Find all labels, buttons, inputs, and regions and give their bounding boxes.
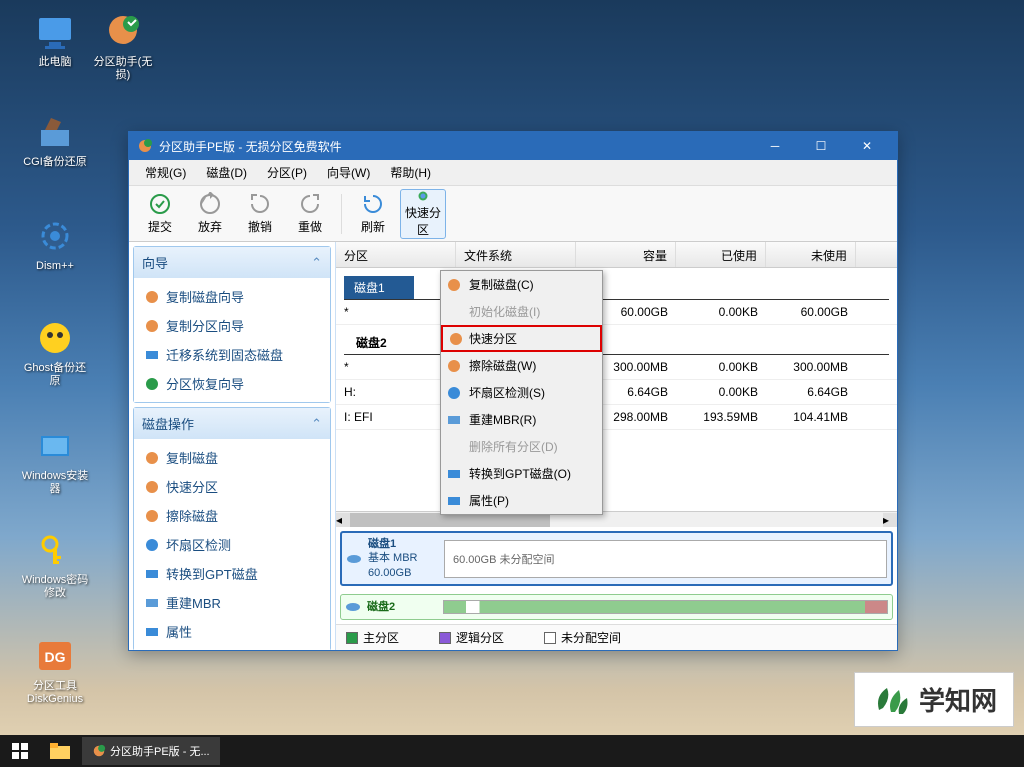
th-partition[interactable]: 分区 — [336, 242, 456, 267]
icon-label: Windows安装器 — [20, 470, 90, 496]
wizard-recover-partition[interactable]: 分区恢复向导 — [134, 369, 330, 398]
diskop-convert-gpt[interactable]: 转换到GPT磁盘 — [134, 559, 330, 588]
icon-label: 分区助手(无损) — [88, 56, 158, 82]
chevron-up-icon: ⌃ — [311, 416, 322, 432]
taskbar-active-app[interactable]: 分区助手PE版 - 无... — [82, 737, 220, 765]
desktop-icon-cgi-backup[interactable]: CGI备份还原 — [20, 112, 90, 169]
table-body: 磁盘1 * 60.00GB 0.00KB 60.00GB 磁盘2 * 300.0… — [336, 268, 897, 511]
diskop-rebuild-mbr[interactable]: 重建MBR — [134, 588, 330, 617]
icon-label: Windows密码修改 — [20, 574, 90, 600]
wizard-migrate-ssd[interactable]: 迁移系统到固态磁盘 — [134, 340, 330, 369]
taskbar-explorer-icon[interactable] — [40, 743, 80, 759]
disk2-graphic[interactable]: 磁盘2 — [340, 594, 893, 620]
diskops-panel: 磁盘操作⌃ 复制磁盘 快速分区 擦除磁盘 坏扇区检测 转换到GPT磁盘 重建MB… — [133, 407, 331, 650]
wizard-copy-partition[interactable]: 复制分区向导 — [134, 311, 330, 340]
cm-bad-sector[interactable]: 坏扇区检测(S) — [441, 379, 602, 406]
diskop-properties[interactable]: 属性 — [134, 617, 330, 646]
disk-icon — [346, 551, 362, 567]
menubar: 常规(G) 磁盘(D) 分区(P) 向导(W) 帮助(H) — [129, 160, 897, 186]
horizontal-scrollbar[interactable]: ◂ ▸ — [336, 511, 897, 527]
desktop-icon-windows-installer[interactable]: Windows安装器 — [20, 426, 90, 496]
table-row[interactable]: * 60.00GB 0.00KB 60.00GB — [336, 300, 897, 325]
icon-label: 分区工具DiskGenius — [20, 680, 90, 706]
cm-properties[interactable]: 属性(P) — [441, 487, 602, 514]
diskop-badsector[interactable]: 坏扇区检测 — [134, 530, 330, 559]
legend-unallocated: 未分配空间 — [544, 629, 621, 646]
table-row[interactable]: H: 6.64GB 0.00KB 6.64GB — [336, 380, 897, 405]
diskop-quick-partition[interactable]: 快速分区 — [134, 472, 330, 501]
start-button[interactable] — [0, 735, 40, 767]
cm-wipe-disk[interactable]: 擦除磁盘(W) — [441, 352, 602, 379]
disk-icon — [345, 599, 361, 615]
diskops-panel-header[interactable]: 磁盘操作⌃ — [134, 408, 330, 439]
menu-partition[interactable]: 分区(P) — [257, 160, 317, 185]
cm-copy-disk[interactable]: 复制磁盘(C) — [441, 271, 602, 298]
app-icon — [137, 138, 153, 154]
titlebar[interactable]: 分区助手PE版 - 无损分区免费软件 ─ ☐ ✕ — [129, 132, 897, 160]
redo-button[interactable]: 重做 — [287, 189, 333, 239]
quick-partition-button[interactable]: 快速分区 — [400, 189, 446, 239]
table-header: 分区 文件系统 容量 已使用 未使用 — [336, 242, 897, 268]
app-icon — [92, 744, 106, 758]
svg-text:DG: DG — [45, 649, 66, 665]
desktop-icon-this-pc[interactable]: 此电脑 — [20, 12, 90, 69]
cm-delete-all: 删除所有分区(D) — [441, 433, 602, 460]
icon-label: CGI备份还原 — [20, 156, 90, 169]
th-filesystem[interactable]: 文件系统 — [456, 242, 576, 267]
th-capacity[interactable]: 容量 — [576, 242, 676, 267]
scroll-right-icon[interactable]: ▸ — [883, 513, 897, 527]
disk-context-menu: 复制磁盘(C) 初始化磁盘(I) 快速分区 擦除磁盘(W) 坏扇区检测(S) 重… — [440, 270, 603, 515]
toolbar: 提交 放弃 撤销 重做 刷新 快速分区 — [129, 186, 897, 242]
menu-disk[interactable]: 磁盘(D) — [196, 160, 257, 185]
refresh-button[interactable]: 刷新 — [350, 189, 396, 239]
commit-button[interactable]: 提交 — [137, 189, 183, 239]
window-title: 分区助手PE版 - 无损分区免费软件 — [159, 138, 753, 155]
icon-label: 此电脑 — [20, 56, 90, 69]
wizard-panel: 向导⌃ 复制磁盘向导 复制分区向导 迁移系统到固态磁盘 分区恢复向导 — [133, 246, 331, 403]
scroll-thumb[interactable] — [350, 513, 550, 527]
left-panel: 向导⌃ 复制磁盘向导 复制分区向导 迁移系统到固态磁盘 分区恢复向导 磁盘操作⌃… — [129, 242, 336, 650]
maximize-button[interactable]: ☐ — [799, 132, 843, 160]
icon-label: Ghost备份还原 — [20, 362, 90, 388]
watermark: 学知网 — [854, 672, 1014, 727]
diskop-copy[interactable]: 复制磁盘 — [134, 443, 330, 472]
menu-general[interactable]: 常规(G) — [135, 160, 196, 185]
icon-label: Dism++ — [20, 260, 90, 273]
chevron-up-icon: ⌃ — [311, 255, 322, 271]
cm-initialize-disk: 初始化磁盘(I) — [441, 298, 602, 325]
taskbar: 分区助手PE版 - 无... — [0, 735, 1024, 767]
cm-rebuild-mbr[interactable]: 重建MBR(R) — [441, 406, 602, 433]
disk-group-2[interactable]: 磁盘2 — [344, 331, 889, 355]
legend-logical: 逻辑分区 — [439, 629, 504, 646]
wizard-panel-header[interactable]: 向导⌃ — [134, 247, 330, 278]
leaf-icon — [871, 682, 911, 718]
desktop-icon-dism[interactable]: Dism++ — [20, 216, 90, 273]
undo-button[interactable]: 撤销 — [237, 189, 283, 239]
th-used[interactable]: 已使用 — [676, 242, 766, 267]
th-unused[interactable]: 未使用 — [766, 242, 856, 267]
menu-wizard[interactable]: 向导(W) — [317, 160, 380, 185]
scroll-left-icon[interactable]: ◂ — [336, 513, 350, 527]
menu-help[interactable]: 帮助(H) — [380, 160, 441, 185]
minimize-button[interactable]: ─ — [753, 132, 797, 160]
right-area: 分区 文件系统 容量 已使用 未使用 磁盘1 * 60.00GB 0.00KB … — [336, 242, 897, 650]
cm-quick-partition[interactable]: 快速分区 — [441, 325, 602, 352]
diskop-wipe[interactable]: 擦除磁盘 — [134, 501, 330, 530]
legend-primary: 主分区 — [346, 629, 399, 646]
cm-convert-gpt[interactable]: 转换到GPT磁盘(O) — [441, 460, 602, 487]
wizard-copy-disk[interactable]: 复制磁盘向导 — [134, 282, 330, 311]
desktop-icon-partition-assistant[interactable]: 分区助手(无损) — [88, 12, 158, 82]
disk1-bar[interactable]: 60.00GB 未分配空间 — [444, 540, 887, 578]
discard-button[interactable]: 放弃 — [187, 189, 233, 239]
legend: 主分区 逻辑分区 未分配空间 — [336, 624, 897, 650]
desktop-icon-password[interactable]: Windows密码修改 — [20, 530, 90, 600]
table-row[interactable]: I: EFI 298.00MB 193.59MB 104.41MB — [336, 405, 897, 430]
desktop-icon-diskgenius[interactable]: DG 分区工具DiskGenius — [20, 636, 90, 706]
desktop-icon-ghost-backup[interactable]: Ghost备份还原 — [20, 318, 90, 388]
disk-group-1[interactable]: 磁盘1 — [344, 276, 414, 299]
disk1-graphic[interactable]: 磁盘1 基本 MBR 60.00GB 60.00GB 未分配空间 — [340, 531, 893, 586]
table-row[interactable]: * 300.00MB 0.00KB 300.00MB — [336, 355, 897, 380]
close-button[interactable]: ✕ — [845, 132, 889, 160]
disk2-bar[interactable] — [443, 600, 888, 614]
